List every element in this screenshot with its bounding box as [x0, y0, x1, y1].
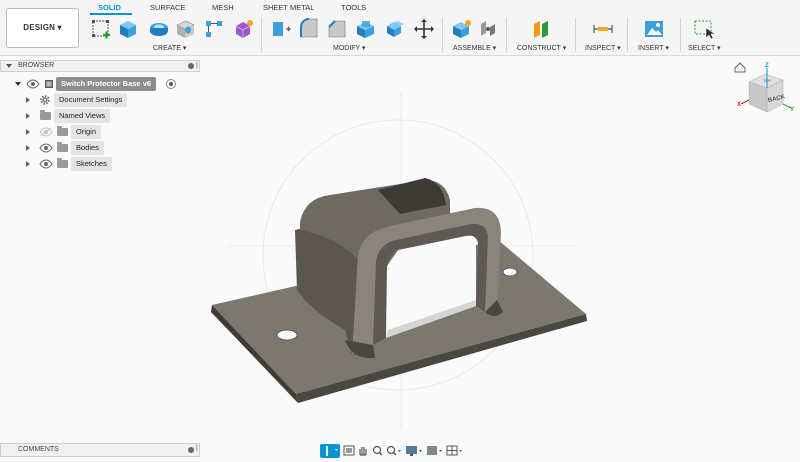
folder-icon	[40, 110, 51, 120]
browser-item-origin[interactable]: Origin	[0, 125, 200, 139]
insert-menu[interactable]: INSERT ▾	[638, 44, 669, 52]
x-axis-label: X	[737, 102, 741, 108]
z-axis-label: Z	[765, 63, 769, 69]
folder-icon	[57, 126, 68, 136]
mount-hole-left	[276, 329, 298, 341]
mount-hole-right	[502, 267, 518, 277]
look-at-icon[interactable]	[343, 445, 355, 456]
shell-icon[interactable]	[354, 18, 376, 40]
expand-icon[interactable]	[26, 161, 30, 167]
visibility-eye-icon[interactable]	[26, 79, 40, 89]
inspect-menu[interactable]: INSPECT ▾	[585, 44, 621, 52]
viewports-icon[interactable]	[446, 445, 462, 456]
browser-panel-header[interactable]: BROWSER |	[0, 60, 200, 72]
expand-icon[interactable]	[26, 145, 30, 151]
panel-resize-icon[interactable]: |	[196, 445, 198, 452]
navigation-bar	[320, 443, 480, 459]
create-sketch-icon[interactable]	[90, 18, 112, 40]
browser-root-label: Switch Protector Base v6	[56, 77, 157, 91]
select-window-icon[interactable]	[693, 18, 715, 40]
browser-title: BROWSER	[18, 62, 55, 69]
combine-icon[interactable]	[384, 18, 406, 40]
browser-root-item[interactable]: Switch Protector Base v6	[0, 77, 200, 91]
offset-plane-icon[interactable]	[530, 18, 552, 40]
browser-item-bodies[interactable]: Bodies	[0, 141, 200, 155]
design-workspace-button[interactable]: DESIGN ▾	[6, 8, 79, 48]
fit-zoom-icon[interactable]	[386, 445, 402, 456]
comments-add-icon[interactable]	[188, 447, 194, 453]
toolbar-divider	[506, 18, 507, 52]
tab-solid[interactable]: SOLID	[98, 3, 121, 12]
hole-icon[interactable]	[174, 18, 196, 40]
expand-icon[interactable]	[15, 82, 21, 86]
active-tab-indicator	[90, 13, 132, 15]
assemble-menu[interactable]: ASSEMBLE ▾	[453, 44, 496, 52]
expand-icon[interactable]	[26, 97, 30, 103]
visibility-eye-icon[interactable]	[39, 143, 53, 153]
browser-item-named-views[interactable]: Named Views	[0, 109, 200, 123]
browser-item-sketches[interactable]: Sketches	[0, 157, 200, 171]
tab-mesh[interactable]: MESH	[212, 3, 234, 12]
fillet-icon[interactable]	[298, 18, 320, 40]
measure-icon[interactable]	[592, 18, 614, 40]
new-component-icon[interactable]	[450, 18, 472, 40]
tab-sheet-metal[interactable]: SHEET METAL	[263, 3, 314, 12]
toolbar-divider	[261, 18, 262, 52]
pattern-icon[interactable]	[203, 18, 225, 40]
press-pull-icon[interactable]	[270, 18, 292, 40]
toolbar-divider	[575, 18, 576, 52]
gear-icon	[40, 95, 50, 105]
folder-icon	[57, 158, 68, 168]
tab-tools[interactable]: TOOLS	[341, 3, 366, 12]
browser-item-label: Document Settings	[54, 93, 128, 107]
grid-snaps-icon[interactable]	[427, 446, 442, 455]
browser-item-label: Sketches	[71, 157, 112, 171]
browser-item-document-settings[interactable]: Document Settings	[0, 93, 200, 107]
extrude-icon[interactable]	[116, 18, 138, 40]
visibility-hidden-eye-icon[interactable]	[39, 127, 53, 137]
active-component-radio[interactable]	[166, 79, 176, 89]
panel-options-icon[interactable]	[188, 63, 194, 69]
visibility-eye-icon[interactable]	[39, 159, 53, 169]
folder-icon	[57, 142, 68, 152]
comments-title: COMMENTS	[18, 446, 59, 453]
orbit-constrained-icon[interactable]	[320, 444, 340, 458]
modify-menu[interactable]: MODIFY ▾	[333, 44, 366, 52]
construct-menu[interactable]: CONSTRUCT ▾	[517, 44, 566, 52]
comments-panel-header[interactable]: COMMENTS |	[0, 443, 200, 457]
browser-item-label: Bodies	[71, 141, 104, 155]
panel-resize-icon[interactable]: |	[196, 62, 198, 69]
viewcube[interactable]: TOP BACK Z X Y	[733, 60, 797, 124]
zoom-icon[interactable]	[372, 445, 383, 456]
browser-item-label: Origin	[71, 125, 102, 139]
y-axis-label: Y	[790, 107, 794, 113]
revolve-icon[interactable]	[148, 18, 170, 40]
document-icon	[45, 80, 53, 88]
toolbar-divider	[442, 18, 443, 52]
joint-icon[interactable]	[477, 18, 499, 40]
toolbar-divider	[627, 18, 628, 52]
display-settings-icon[interactable]	[406, 446, 422, 456]
home-icon[interactable]	[734, 62, 746, 73]
insert-image-icon[interactable]	[643, 18, 665, 40]
3d-viewport[interactable]	[200, 56, 800, 462]
toolbar: DESIGN ▾ SOLID SURFACE MESH SHEET METAL …	[0, 0, 800, 56]
select-menu[interactable]: SELECT ▾	[688, 44, 721, 52]
chamfer-icon[interactable]	[326, 18, 348, 40]
pan-hand-icon[interactable]	[359, 447, 367, 456]
browser-item-label: Named Views	[54, 109, 111, 123]
move-copy-icon[interactable]	[413, 18, 435, 40]
create-menu[interactable]: CREATE ▾	[153, 44, 186, 52]
expand-icon[interactable]	[26, 113, 30, 119]
toolbar-divider	[680, 18, 681, 52]
tab-surface[interactable]: SURFACE	[150, 3, 185, 12]
expand-icon[interactable]	[26, 129, 30, 135]
create-form-icon[interactable]	[232, 18, 254, 40]
collapse-icon[interactable]	[6, 64, 12, 68]
